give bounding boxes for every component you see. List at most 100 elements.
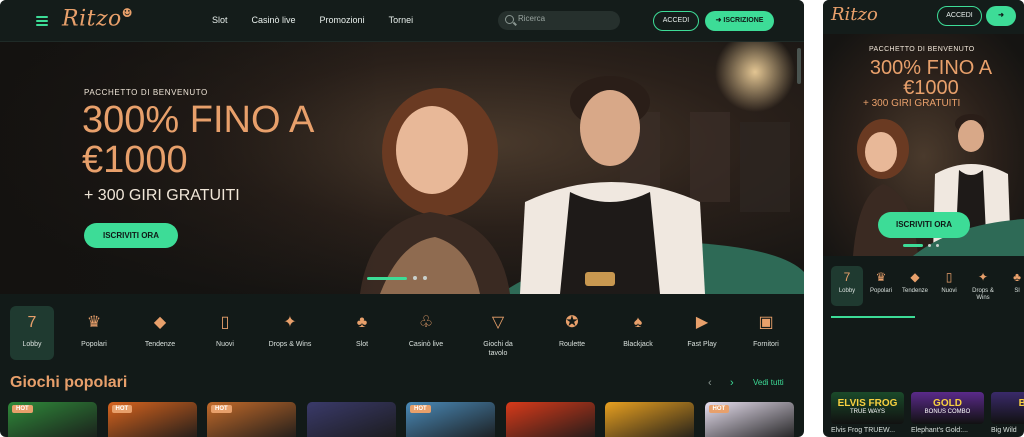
- mobile-category-5[interactable]: ♣ Sl: [1001, 266, 1024, 306]
- see-all-link[interactable]: Vedi tutti: [753, 378, 784, 387]
- game-tile[interactable]: [505, 402, 595, 437]
- mobile-category-3[interactable]: ▯ Nuovi: [933, 266, 965, 306]
- carousel-dot[interactable]: [936, 244, 939, 247]
- category-label: Fast Play: [687, 341, 717, 348]
- category-6[interactable]: ♧ Casinò live: [404, 306, 448, 360]
- category-7[interactable]: ▽ Giochi da tavolo: [476, 306, 520, 360]
- mobile-game-title[interactable]: Elvis Frog TRUEW...: [831, 427, 895, 434]
- carousel-dot[interactable]: [928, 244, 931, 247]
- nav-slot[interactable]: Slot: [212, 15, 228, 25]
- game-tile[interactable]: HOT: [107, 402, 197, 437]
- mobile-hero-subline: + 300 GIRI GRATUITI: [863, 98, 961, 109]
- mobile-header: Ritzo ACCEDI ➜: [823, 0, 1024, 34]
- page-scrollbar[interactable]: [797, 48, 801, 84]
- signup-arrow-icon: ➜: [998, 12, 1004, 19]
- header: Ritzo☻ Slot Casinò live Promozioni Torne…: [0, 0, 804, 42]
- hot-badge: HOT: [111, 405, 133, 413]
- laurel-icon: ♛: [86, 314, 102, 331]
- hot-badge: HOT: [708, 405, 730, 413]
- mobile-game-tile[interactable]: GOLD BONUS COMBO: [911, 392, 984, 424]
- hot-badge: HOT: [12, 405, 33, 413]
- category-0[interactable]: 7 Lobby: [10, 306, 54, 360]
- mobile-view: Ritzo ACCEDI ➜ PACCHETTO DI BENVENUTO 30…: [823, 0, 1024, 437]
- carousel-dot-active[interactable]: [903, 244, 923, 247]
- carousel-dot[interactable]: [423, 276, 427, 280]
- mobile-hero-kicker: PACCHETTO DI BENVENUTO: [869, 46, 975, 53]
- category-3[interactable]: ▯ Nuovi: [203, 306, 247, 360]
- mobile-login-button[interactable]: ACCEDI: [937, 6, 982, 26]
- carousel-dot[interactable]: [413, 276, 417, 280]
- category-label: Drops & Wins: [268, 341, 312, 348]
- prev-arrow-icon[interactable]: ‹: [708, 377, 712, 389]
- mobile-hero-banner[interactable]: PACCHETTO DI BENVENUTO 300% FINO A €1000…: [823, 34, 1024, 256]
- game-art-title: GOLD: [933, 398, 962, 409]
- search-icon: [505, 15, 514, 24]
- cocktail-icon: ▽: [491, 314, 505, 331]
- popular-games-title: Giochi popolari: [10, 374, 128, 391]
- mobile-signup-button[interactable]: ➜: [986, 6, 1016, 26]
- category-1[interactable]: ♛ Popolari: [72, 306, 116, 360]
- nav-promozioni[interactable]: Promozioni: [320, 15, 365, 25]
- menu-icon[interactable]: [36, 16, 48, 26]
- mobile-logo[interactable]: Ritzo: [831, 4, 878, 25]
- mobile-hero-signup-button[interactable]: ISCRIVITI ORA: [878, 212, 970, 238]
- mobile-hero-headline: 300% FINO A €1000: [869, 57, 993, 99]
- hero-headline: 300% FINO A €1000: [82, 99, 313, 181]
- carousel-dot-active[interactable]: [367, 276, 407, 280]
- signup-button[interactable]: ➜ ISCRIZIONE: [705, 11, 774, 31]
- game-tile[interactable]: [605, 402, 694, 437]
- category-8[interactable]: ✪ Roulette: [550, 306, 594, 360]
- game-tile[interactable]: [306, 402, 396, 437]
- mobile-carousel-dots: [903, 244, 939, 247]
- drops-wins-icon: ✦: [977, 270, 989, 284]
- game-tile[interactable]: HOT: [406, 402, 495, 437]
- hero-subline: + 300 GIRI GRATUITI: [84, 187, 240, 204]
- play-icon: ▶: [695, 314, 709, 331]
- mobile-game-tile[interactable]: BIG: [991, 392, 1024, 424]
- category-label: Tendenze: [144, 341, 176, 348]
- mobile-category-0[interactable]: 7 Lobby: [831, 266, 863, 306]
- mobile-category-4[interactable]: ✦ Drops & Wins: [967, 266, 999, 306]
- game-art-subtitle: BONUS COMBO: [924, 409, 971, 415]
- hero-banner[interactable]: PACCHETTO DI BENVENUTO 300% FINO A €1000…: [0, 42, 804, 294]
- logo[interactable]: Ritzo☻: [62, 6, 133, 31]
- provider-icon: ▣: [758, 314, 774, 331]
- mobile-game-title[interactable]: Elephant's Gold:...: [911, 427, 968, 434]
- login-button[interactable]: ACCEDI: [653, 11, 699, 31]
- category-5[interactable]: ♣ Slot: [340, 306, 384, 360]
- category-label: Lobby: [22, 341, 42, 348]
- category-label: Fornitori: [753, 341, 779, 348]
- category-4[interactable]: ✦ Drops & Wins: [268, 306, 312, 360]
- next-arrow-icon[interactable]: ›: [730, 377, 734, 389]
- category-label: Casinò live: [408, 341, 444, 348]
- laurel-icon: ♛: [875, 270, 887, 284]
- category-label: Popolari: [81, 341, 107, 348]
- hero-signup-button[interactable]: ISCRIVITI ORA: [84, 223, 178, 248]
- nav-casino-live[interactable]: Casinò live: [252, 15, 296, 25]
- mobile-game-tile[interactable]: ELVIS FROG TRUE WAYS: [831, 392, 904, 424]
- mobile-category-1[interactable]: ♛ Popolari: [865, 266, 897, 306]
- category-label: Giochi da tavolo: [483, 341, 513, 357]
- nav-tornei[interactable]: Tornei: [389, 15, 414, 25]
- category-bar: 7 Lobby ♛ Popolari ◆ Tendenze ▯ Nuovi ✦ Drops & W…: [0, 296, 804, 366]
- category-2[interactable]: ◆ Tendenze: [138, 306, 182, 360]
- category-10[interactable]: ▶ Fast Play: [680, 306, 724, 360]
- mobile-category-label: Nuovi: [941, 288, 957, 294]
- diamond-icon: ◆: [910, 270, 920, 284]
- category-9[interactable]: ♠ Blackjack: [616, 306, 660, 360]
- mobile-category-2[interactable]: ◆ Tendenze: [899, 266, 931, 306]
- game-art-subtitle: TRUE WAYS: [849, 409, 885, 415]
- game-art-title: BIG: [1018, 398, 1024, 409]
- search-input[interactable]: [518, 14, 613, 23]
- mobile-category-label: Tendenze: [901, 288, 929, 294]
- search-box[interactable]: [498, 11, 620, 30]
- door-tag-icon: ▯: [945, 270, 953, 284]
- mobile-category-label: Drops & Wins: [972, 288, 994, 301]
- game-tile[interactable]: HOT: [207, 402, 296, 437]
- game-tile[interactable]: HOT: [8, 402, 97, 437]
- category-11[interactable]: ▣ Fornitori: [744, 306, 788, 360]
- mobile-category-indicator: [831, 316, 915, 318]
- drops-wins-icon: ✦: [283, 314, 297, 331]
- mobile-game-title[interactable]: Big Wild: [991, 427, 1017, 434]
- game-tile[interactable]: HOT: [704, 402, 794, 437]
